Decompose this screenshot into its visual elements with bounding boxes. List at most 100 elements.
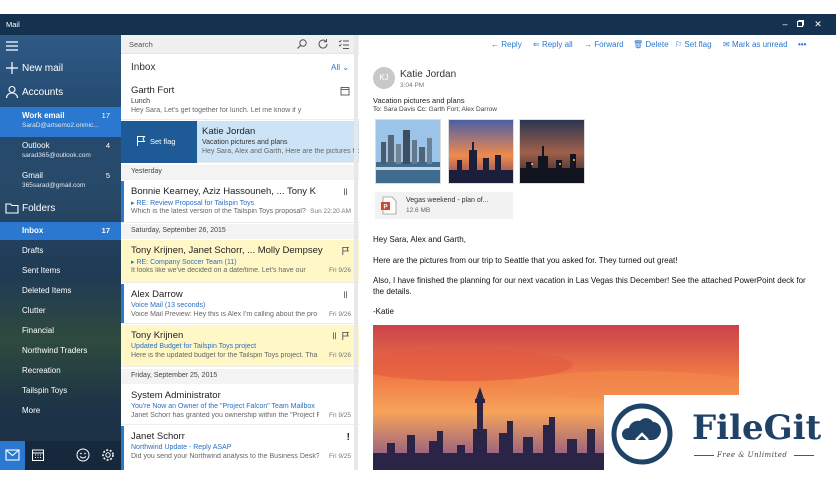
- message-item-flagged[interactable]: Tony Krijnen, Janet Schorr, ... Molly De…: [121, 240, 359, 283]
- more-actions-icon[interactable]: •••: [798, 40, 806, 49]
- message-preview: Janet Schorr has granted you ownership w…: [131, 412, 319, 419]
- day-separator: Saturday, September 26, 2015: [121, 224, 359, 239]
- attachment-size: 12.6 MB: [406, 207, 431, 214]
- message-preview: Here is the updated budget for the Tails…: [131, 352, 318, 359]
- message-item[interactable]: Janet Schorr Northwind Update - Reply AS…: [121, 426, 359, 470]
- forward-label: Forward: [594, 40, 624, 49]
- set-flag-button[interactable]: ⚐ Set flag: [675, 40, 712, 49]
- new-mail-button[interactable]: New mail: [0, 60, 121, 78]
- message-preview: Hey Sara, Alex and Garth, Here are the p…: [202, 148, 359, 155]
- smiley-feedback-icon[interactable]: [75, 447, 91, 463]
- filter-dropdown[interactable]: All ⌄: [331, 63, 349, 72]
- sender-name[interactable]: Katie Jordan: [400, 69, 456, 80]
- folder-name: Financial: [22, 326, 55, 335]
- email-body-signature: -Katie: [373, 307, 394, 316]
- flag-icon: [137, 136, 146, 146]
- folder-northwind-traders[interactable]: Northwind Traders: [0, 342, 121, 360]
- flag-icon[interactable]: [341, 246, 350, 256]
- folder-inbox[interactable]: Inbox 17: [0, 222, 121, 240]
- unread-count: 5: [105, 171, 110, 180]
- message-list-scrollbar[interactable]: [354, 35, 358, 470]
- message-item[interactable]: Bonnie Kearney, Aziz Hassouneh, ... Tony…: [121, 181, 359, 223]
- attachment-icon: [344, 188, 347, 196]
- unread-indicator: [121, 284, 124, 323]
- message-preview: Voice Mail Preview: Hey this is Alex I'm…: [131, 311, 318, 318]
- image-thumbnail[interactable]: [448, 119, 514, 184]
- folder-icon: [5, 203, 19, 214]
- mark-as-unread-button[interactable]: ✉ Mark as unread: [723, 40, 788, 49]
- account-name: Work email: [22, 111, 65, 120]
- folder-recreation[interactable]: Recreation: [0, 362, 121, 380]
- message-item-flagged[interactable]: Tony Krijnen Updated Budget for Tailspin…: [121, 325, 359, 367]
- account-outlook[interactable]: Outlook sarad365@outlook.com 4: [0, 137, 121, 167]
- search-input[interactable]: Search: [129, 40, 153, 49]
- message-item[interactable]: Garth Fort Lunch Hey Sara, Let's get tog…: [121, 80, 359, 120]
- recipients-line: To: Sara Davis Cc: Garth Fort; Alex Darr…: [373, 106, 497, 113]
- message-subject: Northwind Update - Reply ASAP: [131, 444, 232, 451]
- image-thumbnail[interactable]: [519, 119, 585, 184]
- message-sender: Katie Jordan: [202, 126, 256, 137]
- flag-icon[interactable]: [341, 331, 350, 341]
- to-label: To:: [373, 106, 382, 113]
- folder-clutter[interactable]: Clutter: [0, 302, 121, 320]
- message-sender: Tony Krijnen, Janet Schorr, ... Molly De…: [131, 245, 323, 256]
- account-name: Gmail: [22, 171, 43, 180]
- reply-button[interactable]: ← Reply: [491, 40, 522, 49]
- title-bar: Mail – ✕: [0, 14, 836, 35]
- cc-recipients[interactable]: Garth Fort; Alex Darrow: [429, 106, 497, 113]
- folders-label: Folders: [22, 203, 56, 214]
- message-preview: Which is the latest version of the Tails…: [131, 208, 306, 215]
- folder-drafts[interactable]: Drafts: [0, 242, 121, 260]
- selection-mode-icon[interactable]: [338, 38, 350, 50]
- attachment-card[interactable]: P Vegas weekend - plan of... 12.6 MB: [375, 192, 513, 219]
- search-bar[interactable]: Search: [121, 35, 359, 54]
- sync-icon[interactable]: [317, 38, 329, 50]
- reply-all-label: Reply all: [541, 40, 573, 49]
- folder-more[interactable]: More: [0, 402, 121, 420]
- person-icon: [5, 85, 19, 99]
- restore-icon[interactable]: [794, 18, 806, 30]
- forward-button[interactable]: → Forward: [584, 40, 624, 49]
- folder-deleted-items[interactable]: Deleted Items: [0, 282, 121, 300]
- mail-icon: [5, 449, 20, 461]
- day-separator: Friday, September 25, 2015: [121, 369, 359, 384]
- message-item[interactable]: Alex Darrow Voice Mail (13 seconds) Voic…: [121, 284, 359, 324]
- avatar: KJ: [373, 67, 395, 89]
- attachment-icon: [333, 332, 336, 340]
- hamburger-menu-button[interactable]: [0, 38, 121, 56]
- close-icon[interactable]: ✕: [812, 18, 824, 30]
- account-gmail[interactable]: Gmail 365sarad@gmail.com 5: [0, 167, 121, 197]
- search-icon[interactable]: [296, 38, 308, 50]
- message-subject: Updated Budget for Tailspin Toys project: [131, 343, 257, 350]
- accounts-button[interactable]: Accounts: [0, 84, 121, 102]
- set-flag-label: Set flag: [684, 40, 712, 49]
- email-subject: Vacation pictures and plans: [373, 96, 465, 105]
- folder-title: Inbox: [131, 62, 156, 73]
- new-mail-label: New mail: [22, 63, 64, 74]
- message-item-selected[interactable]: Set flag Katie Jordan Vacation pictures …: [121, 121, 359, 163]
- settings-gear-icon[interactable]: [100, 447, 116, 463]
- minimize-icon[interactable]: –: [779, 18, 791, 30]
- day-label: Friday, September 25, 2015: [131, 372, 218, 379]
- message-item[interactable]: System Administrator You're Now an Owner…: [121, 385, 359, 425]
- folder-sent-items[interactable]: Sent Items: [0, 262, 121, 280]
- message-subject: Vacation pictures and plans: [202, 139, 288, 146]
- filegit-watermark: FileGit Free & Unlimited: [604, 395, 826, 474]
- swipe-set-flag-action[interactable]: Set flag: [121, 121, 197, 163]
- folders-button[interactable]: Folders: [0, 200, 121, 218]
- folder-tailspin-toys[interactable]: Tailspin Toys: [0, 382, 121, 400]
- folder-financial[interactable]: Financial: [0, 322, 121, 340]
- calendar-icon[interactable]: [30, 447, 46, 463]
- account-email: 365sarad@gmail.com: [22, 182, 86, 189]
- window-title: Mail: [6, 20, 20, 29]
- folder-name: More: [22, 406, 41, 415]
- delete-button[interactable]: 🗑︎ Delete: [633, 40, 669, 49]
- sent-time: 3:04 PM: [400, 82, 425, 89]
- to-recipients[interactable]: Sara Davis: [383, 106, 415, 113]
- account-work-email[interactable]: Work email SaraD@artsemo2.onmic... 17: [0, 107, 121, 137]
- navigation-pane: New mail Accounts Work email SaraD@artse…: [0, 35, 121, 470]
- reply-all-button[interactable]: ⇐ Reply all: [533, 40, 573, 49]
- mail-button[interactable]: [0, 441, 25, 470]
- message-subject: Lunch: [131, 98, 151, 105]
- image-thumbnail[interactable]: [375, 119, 441, 184]
